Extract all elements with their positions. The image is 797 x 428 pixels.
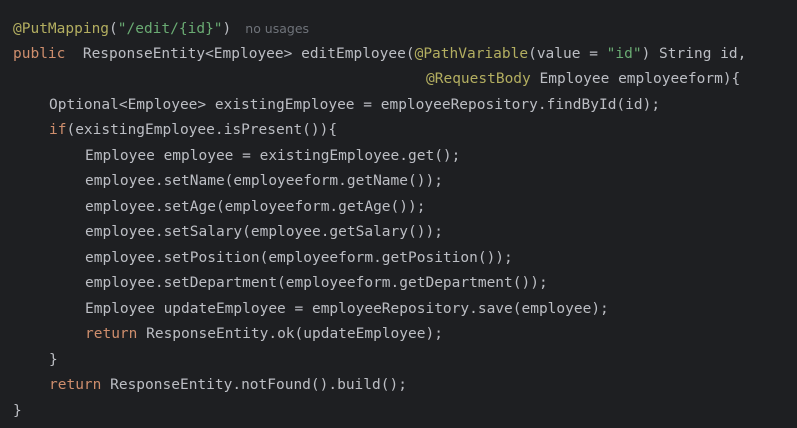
code-line-9: employee.setSalary(employee.getSalary())… [85, 224, 443, 240]
annotation-args: (value = [528, 45, 607, 62]
code-line-8: employee.setAge(employeeform.getAge()); [85, 198, 426, 215]
path-variable-annotation: @PathVariable [414, 45, 529, 62]
id-string: "id" [606, 45, 642, 62]
mapping-path-string: "/edit/{id}" [117, 21, 223, 37]
param-id: ) String id, [641, 45, 747, 62]
code-line-13: return ResponseEntity.ok(updateEmployee)… [13, 322, 797, 348]
code-line-6: Employee employee = existingEmployee.get… [85, 147, 461, 164]
return-keyword: return [49, 377, 102, 393]
code-line-3: @RequestBody Employee employeeform){ [13, 67, 797, 93]
request-body-annotation: @RequestBody [426, 71, 531, 87]
return-notfound-expression: ResponseEntity.notFound().build(); [101, 377, 407, 393]
return-keyword: return [85, 326, 138, 342]
code-line-14: } [49, 351, 58, 368]
code-line-15: return ResponseEntity.notFound().build()… [13, 373, 797, 399]
code-line-12: Employee updateEmployee = employeeReposi… [85, 300, 609, 317]
if-condition: (existingEmployee.isPresent()){ [66, 122, 338, 138]
code-line-5: if(existingEmployee.isPresent()){ [13, 118, 797, 144]
public-keyword: public [13, 45, 66, 62]
usages-hint[interactable]: no usages [245, 21, 309, 36]
code-line-11: employee.setDepartment(employeeform.getD… [85, 275, 548, 291]
code-line-16: } [13, 402, 22, 419]
param-employeeform: Employee employeeform){ [530, 71, 741, 87]
code-line-4: Optional<Employee> existingEmployee = em… [49, 96, 661, 113]
code-line-1: @PutMapping("/edit/{id}") no usages [13, 16, 797, 42]
put-mapping-annotation: @PutMapping [13, 21, 110, 37]
method-signature: ResponseEntity<Employee> editEmployee( [65, 45, 415, 62]
paren-open: ( [109, 21, 118, 37]
code-editor[interactable]: @PutMapping("/edit/{id}") no usages publi… [0, 0, 797, 428]
return-ok-expression: ResponseEntity.ok(updateEmployee); [137, 326, 443, 342]
code-line-7: employee.setName(employeeform.getName())… [85, 173, 443, 189]
code-line-10: employee.setPosition(employeeform.getPos… [85, 249, 513, 266]
paren-close: ) [222, 21, 232, 37]
if-keyword: if [49, 122, 67, 138]
code-line-2: public ResponseEntity<Employee> editEmpl… [13, 42, 797, 68]
